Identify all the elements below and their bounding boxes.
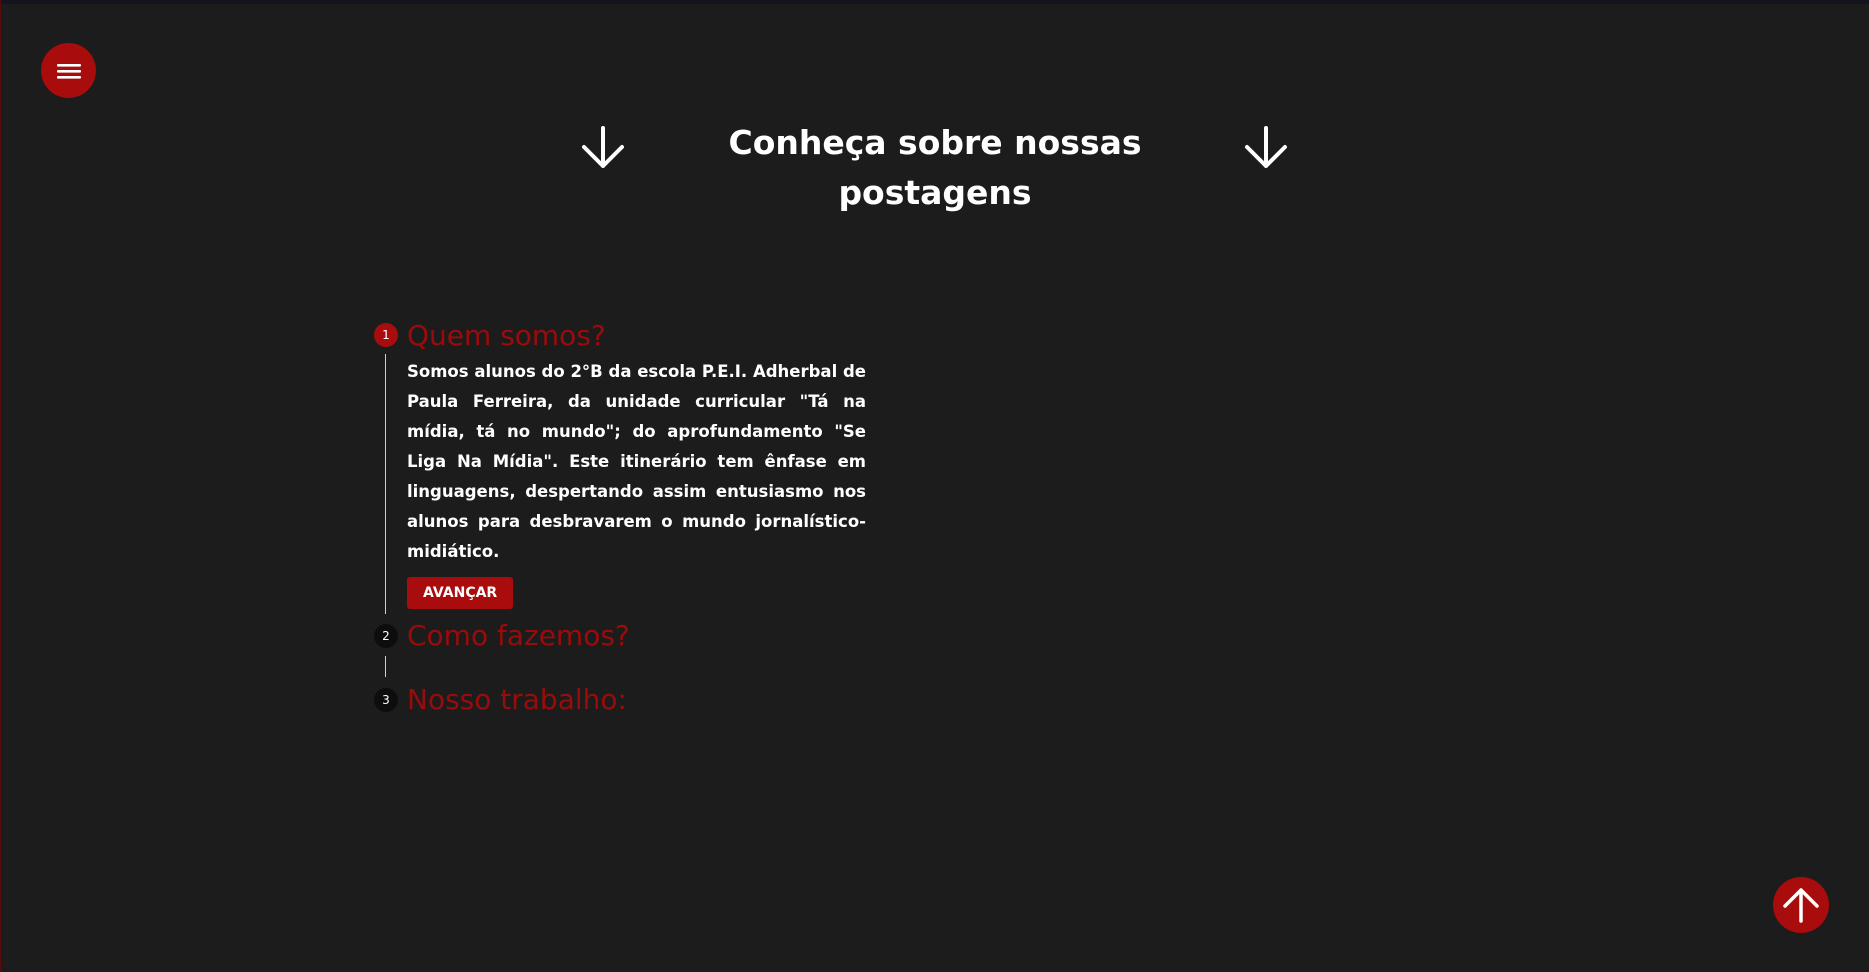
menu-button[interactable]: [41, 43, 96, 98]
step-connector: [385, 354, 386, 614]
hamburger-menu-icon: [56, 63, 81, 79]
step-description: Somos alunos do 2°B da escola P.E.I. Adh…: [407, 362, 866, 561]
scroll-to-top-button[interactable]: [1773, 877, 1829, 933]
arrow-down-icon: [582, 126, 624, 168]
step-como-fazemos: 2 Como fazemos?: [374, 618, 894, 682]
step-title[interactable]: Nosso trabalho:: [407, 682, 894, 718]
advance-button[interactable]: AVANÇAR: [407, 577, 514, 609]
arrow-up-icon: [1783, 888, 1819, 923]
stepper: 1 Quem somos? Somos alunos do 2°B da esc…: [374, 318, 894, 722]
top-strip: [0, 0, 1869, 4]
step-nosso-trabalho: 3 Nosso trabalho:: [374, 682, 894, 722]
step-number-badge: 3: [374, 688, 398, 712]
step-connector: [385, 656, 386, 677]
section-header: Conheça sobre nossas postagens: [0, 118, 1869, 212]
step-number-badge: 1: [374, 323, 398, 347]
step-title[interactable]: Quem somos?: [407, 318, 894, 354]
page-title: Conheça sobre nossas postagens: [728, 123, 1142, 212]
step-number-badge: 2: [374, 624, 398, 648]
arrow-down-icon: [1245, 126, 1287, 168]
step-quem-somos: 1 Quem somos? Somos alunos do 2°B da esc…: [374, 318, 894, 618]
step-title[interactable]: Como fazemos?: [407, 618, 894, 654]
